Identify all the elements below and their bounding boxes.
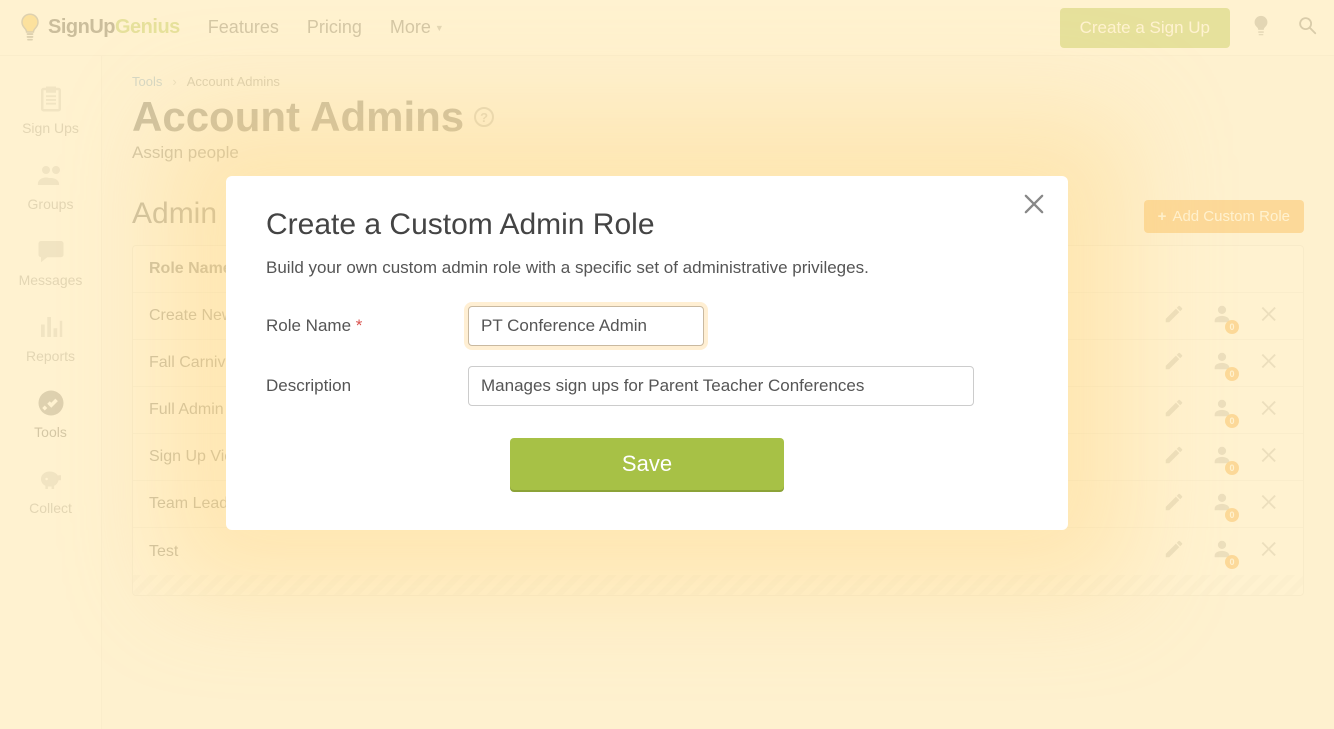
modal-title: Create a Custom Admin Role: [266, 208, 1028, 242]
description-label: Description: [266, 376, 468, 396]
modal-description: Build your own custom admin role with a …: [266, 258, 1028, 278]
role-name-input[interactable]: [468, 306, 704, 346]
save-button[interactable]: Save: [510, 438, 784, 490]
create-role-modal: Create a Custom Admin Role Build your ow…: [226, 176, 1068, 530]
form-row-role-name: Role Name *: [266, 306, 1028, 346]
form-row-description: Description: [266, 366, 1028, 406]
close-icon[interactable]: [1020, 190, 1050, 220]
description-input[interactable]: [468, 366, 974, 406]
role-name-label: Role Name *: [266, 316, 468, 336]
